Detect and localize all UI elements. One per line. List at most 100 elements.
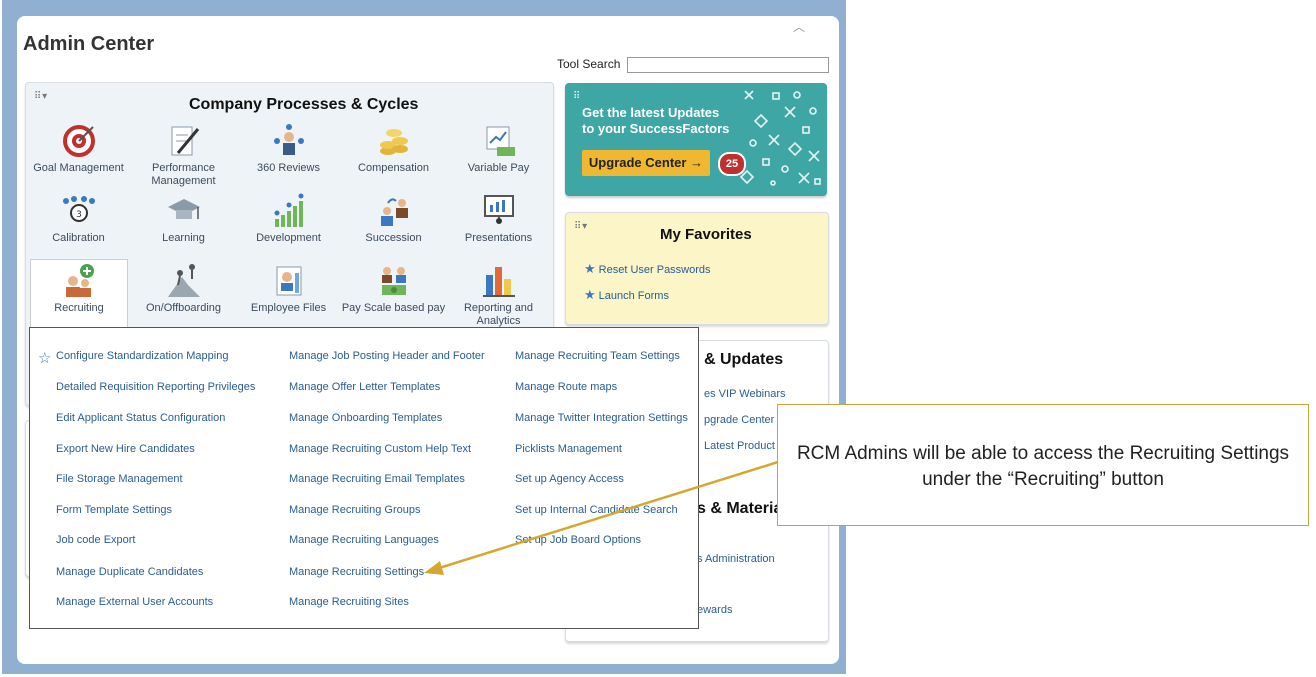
menu-item[interactable]: Manage Onboarding Templates [289, 412, 442, 424]
tile-pay-scale[interactable]: Pay Scale based pay [341, 263, 446, 315]
tile-label: Recruiting [54, 302, 104, 314]
tile-label: Presentations [464, 232, 533, 244]
favorite-link-launch-forms[interactable]: ★ Launch Forms [584, 287, 669, 303]
tile-development[interactable]: Development [236, 193, 341, 245]
upgrade-center-link[interactable]: pgrade Center [704, 414, 774, 426]
profile-card-icon [276, 266, 301, 296]
svg-text:3: 3 [76, 210, 82, 220]
decorative-pattern-icon [739, 90, 821, 186]
favorite-link-reset-passwords[interactable]: ★ Reset User Passwords [584, 261, 711, 277]
growth-people-icon [274, 193, 303, 227]
menu-item[interactable]: Set up Agency Access [515, 473, 624, 485]
menu-item-manage-recruiting-settings[interactable]: Manage Recruiting Settings [289, 566, 424, 578]
tile-label: Employee Files [250, 302, 327, 314]
menu-item[interactable]: Configure Standardization Mapping [56, 350, 228, 362]
tile-label: Succession [365, 232, 422, 244]
drag-handle-icon[interactable]: ⠿ ▾ [574, 221, 587, 232]
recruiting-settings-menu: ☆ Configure Standardization Mapping Deta… [29, 327, 699, 629]
menu-item[interactable]: Manage Recruiting Sites [289, 596, 409, 608]
menu-item[interactable]: Manage Job Posting Header and Footer [289, 350, 485, 362]
updates-panel: ⠿ Get the latest Updates to your Success… [565, 83, 827, 196]
menu-item[interactable]: Manage Recruiting Languages [289, 534, 439, 546]
tile-label: Development [256, 232, 321, 244]
menu-item[interactable]: Manage Recruiting Groups [289, 504, 420, 516]
star-icon: ★ [584, 287, 596, 302]
menu-item[interactable]: Manage Recruiting Email Templates [289, 473, 465, 485]
succession-people-icon [380, 198, 408, 226]
people-money-icon [381, 267, 406, 295]
tile-label: Learning [162, 232, 205, 244]
chart-money-icon [486, 126, 515, 156]
menu-item[interactable]: Detailed Requisition Reporting Privilege… [56, 381, 255, 393]
updates-heading: & Updates [704, 351, 784, 368]
tile-learning[interactable]: Learning [131, 193, 236, 245]
drag-handle-icon[interactable]: ⠿ ▾ [34, 91, 47, 102]
menu-item[interactable]: Picklists Management [515, 443, 622, 455]
menu-item[interactable]: File Storage Management [56, 473, 183, 485]
people-dial-icon: 3 [62, 196, 95, 222]
star-icon: ★ [584, 261, 596, 276]
menu-item[interactable]: Manage Recruiting Custom Help Text [289, 443, 471, 455]
annotation-callout: RCM Admins will be able to access the Re… [777, 404, 1309, 526]
menu-item[interactable]: Manage Offer Letter Templates [289, 381, 440, 393]
favorites-title: My Favorites [660, 226, 752, 243]
people-circle-icon [273, 124, 304, 155]
target-icon [62, 125, 95, 157]
tile-label: Compensation [358, 162, 429, 174]
tile-reporting-analytics[interactable]: Reporting and Analytics [446, 263, 551, 328]
tile-compensation[interactable]: Compensation [341, 123, 446, 175]
menu-item[interactable]: Manage Route maps [515, 381, 617, 393]
webinars-link[interactable]: es VIP Webinars [704, 388, 786, 400]
menu-item[interactable]: Job code Export [56, 534, 136, 546]
tile-label: Reporting and Analytics [463, 302, 534, 327]
tile-label: Goal Management [33, 162, 124, 174]
tile-goal-management[interactable]: Goal Management [26, 123, 131, 175]
menu-item[interactable]: Manage Recruiting Team Settings [515, 350, 680, 362]
add-people-icon [66, 264, 94, 297]
presentation-board-icon [483, 195, 514, 224]
callout-text: RCM Admins will be able to access the Re… [796, 443, 1290, 490]
menu-item[interactable]: Manage External User Accounts [56, 596, 213, 608]
administration-link[interactable]: s Administration [697, 553, 775, 565]
tile-label: Variable Pay [467, 162, 530, 174]
coins-icon [379, 129, 408, 155]
rewards-link[interactable]: ewards [697, 604, 732, 616]
processes-title: Company Processes & Cycles [189, 96, 419, 113]
tile-label: Performance Management [151, 162, 216, 187]
tile-variable-pay[interactable]: Variable Pay [446, 123, 551, 175]
tool-search-input[interactable] [627, 57, 829, 73]
tile-label: 360 Reviews [257, 162, 320, 174]
tile-employee-files[interactable]: Employee Files [236, 263, 341, 315]
upgrade-count-badge: 25 [718, 152, 746, 176]
climbing-people-icon [167, 264, 200, 297]
page-title: Admin Center [23, 33, 155, 55]
materials-heading: s & Materia [697, 500, 783, 517]
star-outline-icon[interactable]: ☆ [38, 349, 51, 367]
updates-text: Get the latest Updates to your SuccessFa… [582, 105, 730, 136]
menu-item[interactable]: Set up Internal Candidate Search [515, 504, 678, 516]
tile-presentations[interactable]: Presentations [446, 193, 551, 245]
tool-search-label: Tool Search [557, 57, 621, 71]
tile-on-offboarding[interactable]: On/Offboarding [131, 263, 236, 315]
document-pen-icon [171, 126, 199, 156]
menu-item[interactable]: Form Template Settings [56, 504, 172, 516]
tile-label: Calibration [52, 232, 105, 244]
menu-item[interactable]: Manage Twitter Integration Settings [515, 412, 688, 424]
tile-label: Pay Scale based pay [341, 302, 446, 314]
tile-360-reviews[interactable]: 360 Reviews [236, 123, 341, 175]
tile-performance-management[interactable]: Performance Management [131, 123, 236, 188]
upgrade-center-button[interactable]: Upgrade Center → [582, 150, 710, 176]
tile-calibration[interactable]: 3 Calibration [26, 193, 131, 245]
graduation-cap-icon [167, 199, 200, 219]
collapse-caret-icon[interactable]: ︿ [793, 18, 805, 35]
menu-item[interactable]: Edit Applicant Status Configuration [56, 412, 225, 424]
menu-item[interactable]: Set up Job Board Options [515, 534, 641, 546]
latest-product-link[interactable]: Latest Product U [704, 440, 786, 452]
menu-item[interactable]: Export New Hire Candidates [56, 443, 195, 455]
tile-succession[interactable]: Succession [341, 193, 446, 245]
tile-recruiting[interactable]: Recruiting [30, 259, 128, 330]
tile-label: On/Offboarding [145, 302, 221, 314]
menu-item[interactable]: Manage Duplicate Candidates [56, 566, 203, 578]
drag-handle-icon[interactable]: ⠿ [573, 91, 580, 102]
my-favorites-panel: ⠿ ▾ My Favorites ★ Reset User Passwords ★… [565, 212, 829, 325]
